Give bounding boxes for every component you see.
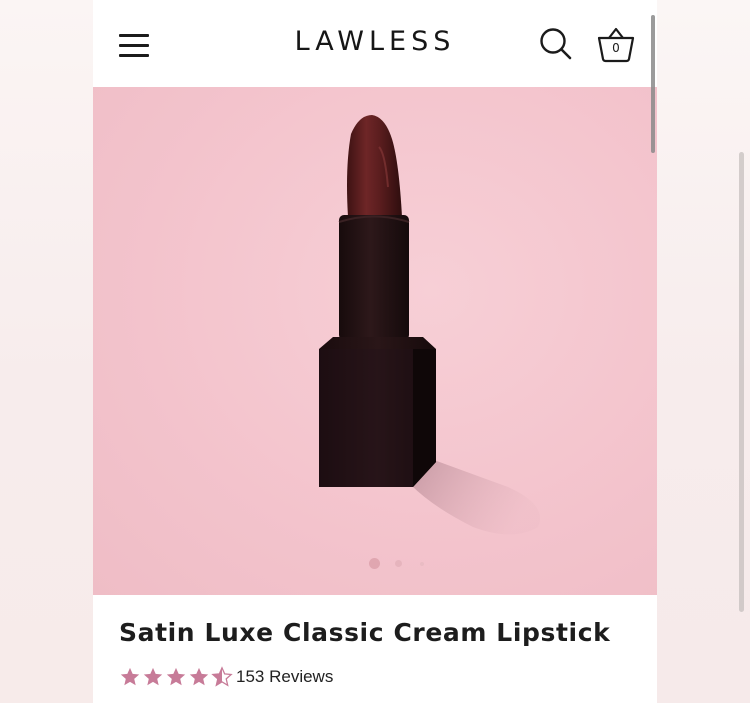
star-half-icon [211, 666, 233, 687]
product-image-carousel[interactable] [93, 87, 657, 595]
mobile-page: LAWLESS 0 Satin Luxe Classic Cream Lipst… [93, 0, 657, 703]
outer-scrollbar [739, 152, 744, 612]
page-scrollbar[interactable] [651, 15, 655, 153]
star-full-icon [120, 667, 140, 686]
reviews-link[interactable]: 153 Reviews [236, 667, 333, 687]
product-image-lipstick [319, 115, 540, 535]
product-rating: 153 Reviews [119, 664, 333, 690]
site-header: LAWLESS 0 [93, 0, 657, 87]
carousel-dot-3[interactable] [420, 562, 424, 566]
backdrop-right [657, 0, 750, 703]
star-full-icon [143, 667, 163, 686]
carousel-dot-1[interactable] [369, 558, 380, 569]
carousel-dot-2[interactable] [395, 560, 402, 567]
star-full-icon [166, 667, 186, 686]
search-icon [540, 28, 572, 60]
star-rating[interactable] [119, 666, 234, 688]
backdrop-left [0, 0, 93, 703]
star-full-icon [189, 667, 209, 686]
carousel-pagination [93, 558, 657, 570]
product-title: Satin Luxe Classic Cream Lipstick [119, 618, 611, 647]
search-button[interactable] [538, 26, 574, 62]
cart-count-badge: 0 [612, 41, 620, 55]
cart-button[interactable]: 0 [596, 26, 636, 64]
